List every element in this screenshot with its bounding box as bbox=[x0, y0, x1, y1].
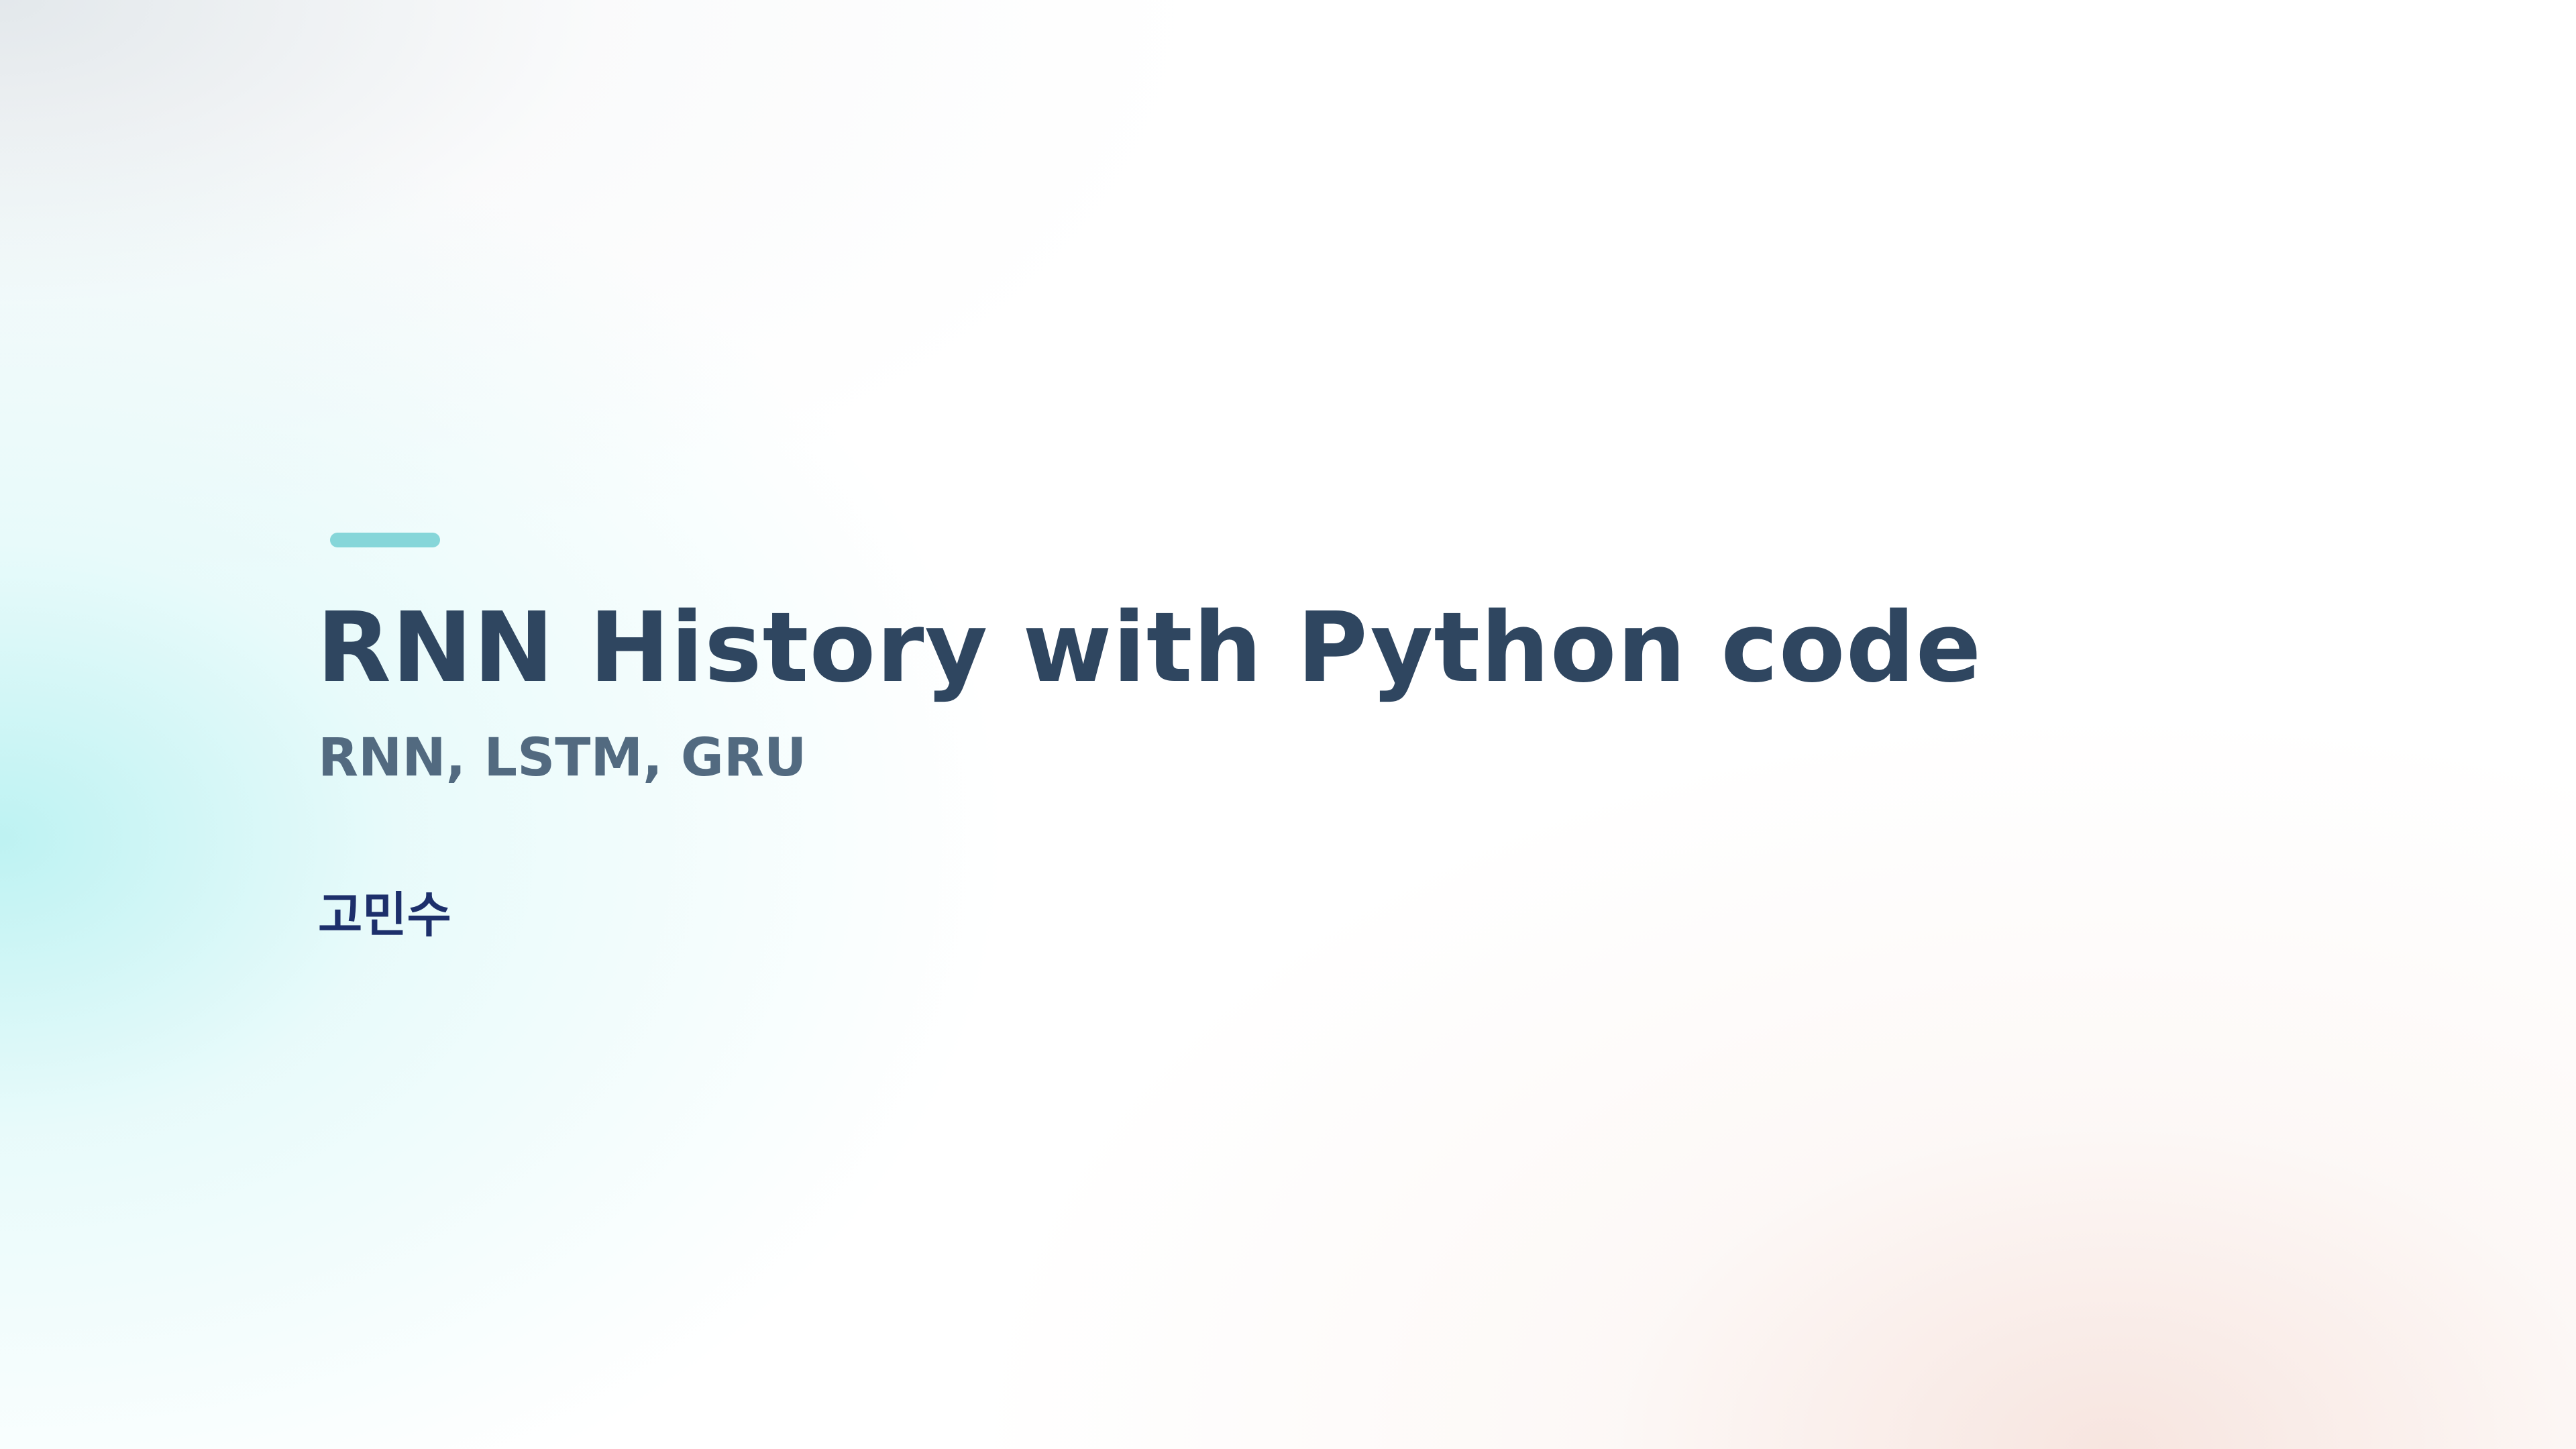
title-slide: RNN History with Python code RNN, LSTM, … bbox=[0, 0, 2576, 1449]
author-name: 고민수 bbox=[318, 887, 451, 943]
accent-bar bbox=[330, 533, 440, 547]
slide-title: RNN History with Python code bbox=[317, 591, 1982, 704]
slide-subtitle: RNN, LSTM, GRU bbox=[318, 728, 807, 788]
